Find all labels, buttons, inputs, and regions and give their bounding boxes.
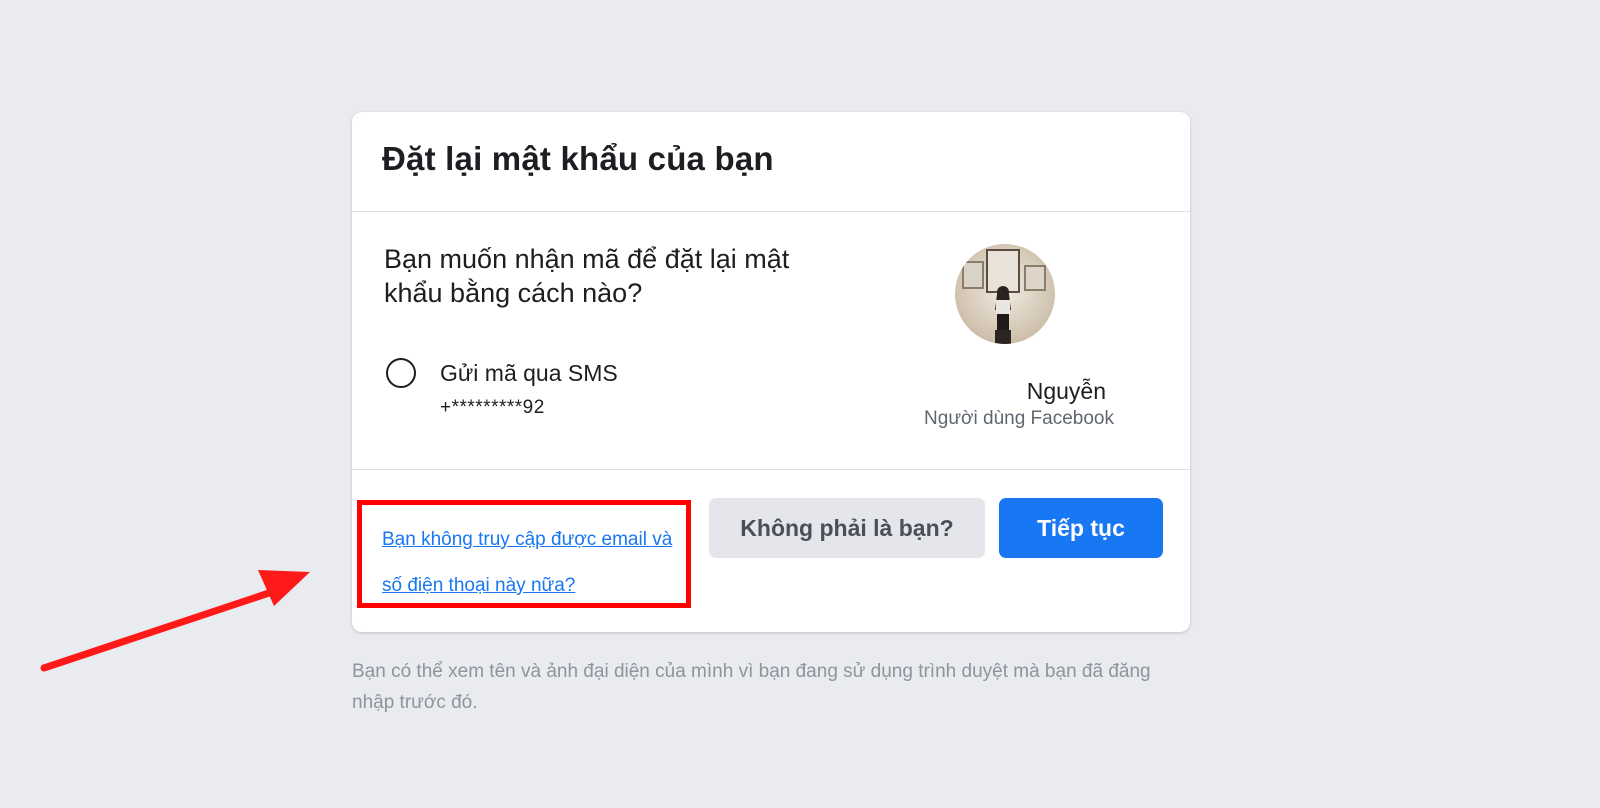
continue-button[interactable]: Tiếp tục bbox=[999, 498, 1163, 558]
no-access-help-link[interactable]: Bạn không truy cập được email và số điện… bbox=[382, 517, 692, 609]
card-footer: Bạn không truy cập được email và số điện… bbox=[352, 470, 1190, 630]
user-name: Nguyễn bbox=[1026, 378, 1106, 404]
footnote: Bạn có thể xem tên và ảnh đại diện của m… bbox=[352, 661, 1151, 713]
page-title: Đặt lại mật khẩu của bạn bbox=[382, 140, 774, 177]
reset-password-card: Đặt lại mật khẩu của bạn Bạn muốn nhận m… bbox=[352, 112, 1190, 632]
sms-option-radio[interactable] bbox=[386, 358, 416, 388]
user-role: Người dùng Facebook bbox=[924, 408, 1114, 429]
sms-option-label[interactable]: Gửi mã qua SMS bbox=[440, 360, 618, 387]
page: Đặt lại mật khẩu của bạn Bạn muốn nhận m… bbox=[0, 0, 1600, 808]
avatar bbox=[955, 244, 1055, 344]
card-header: Đặt lại mật khẩu của bạn bbox=[352, 112, 1190, 212]
masked-phone-number: +*********92 bbox=[440, 397, 545, 418]
card-body: Bạn muốn nhận mã để đặt lại mật khẩu bằn… bbox=[352, 212, 1190, 470]
avatar-photo bbox=[955, 244, 1055, 344]
not-you-button[interactable]: Không phải là bạn? bbox=[709, 498, 985, 558]
highlight-box: Bạn không truy cập được email và số điện… bbox=[357, 500, 691, 608]
reset-method-question: Bạn muốn nhận mã để đặt lại mật khẩu bằn… bbox=[384, 244, 790, 308]
